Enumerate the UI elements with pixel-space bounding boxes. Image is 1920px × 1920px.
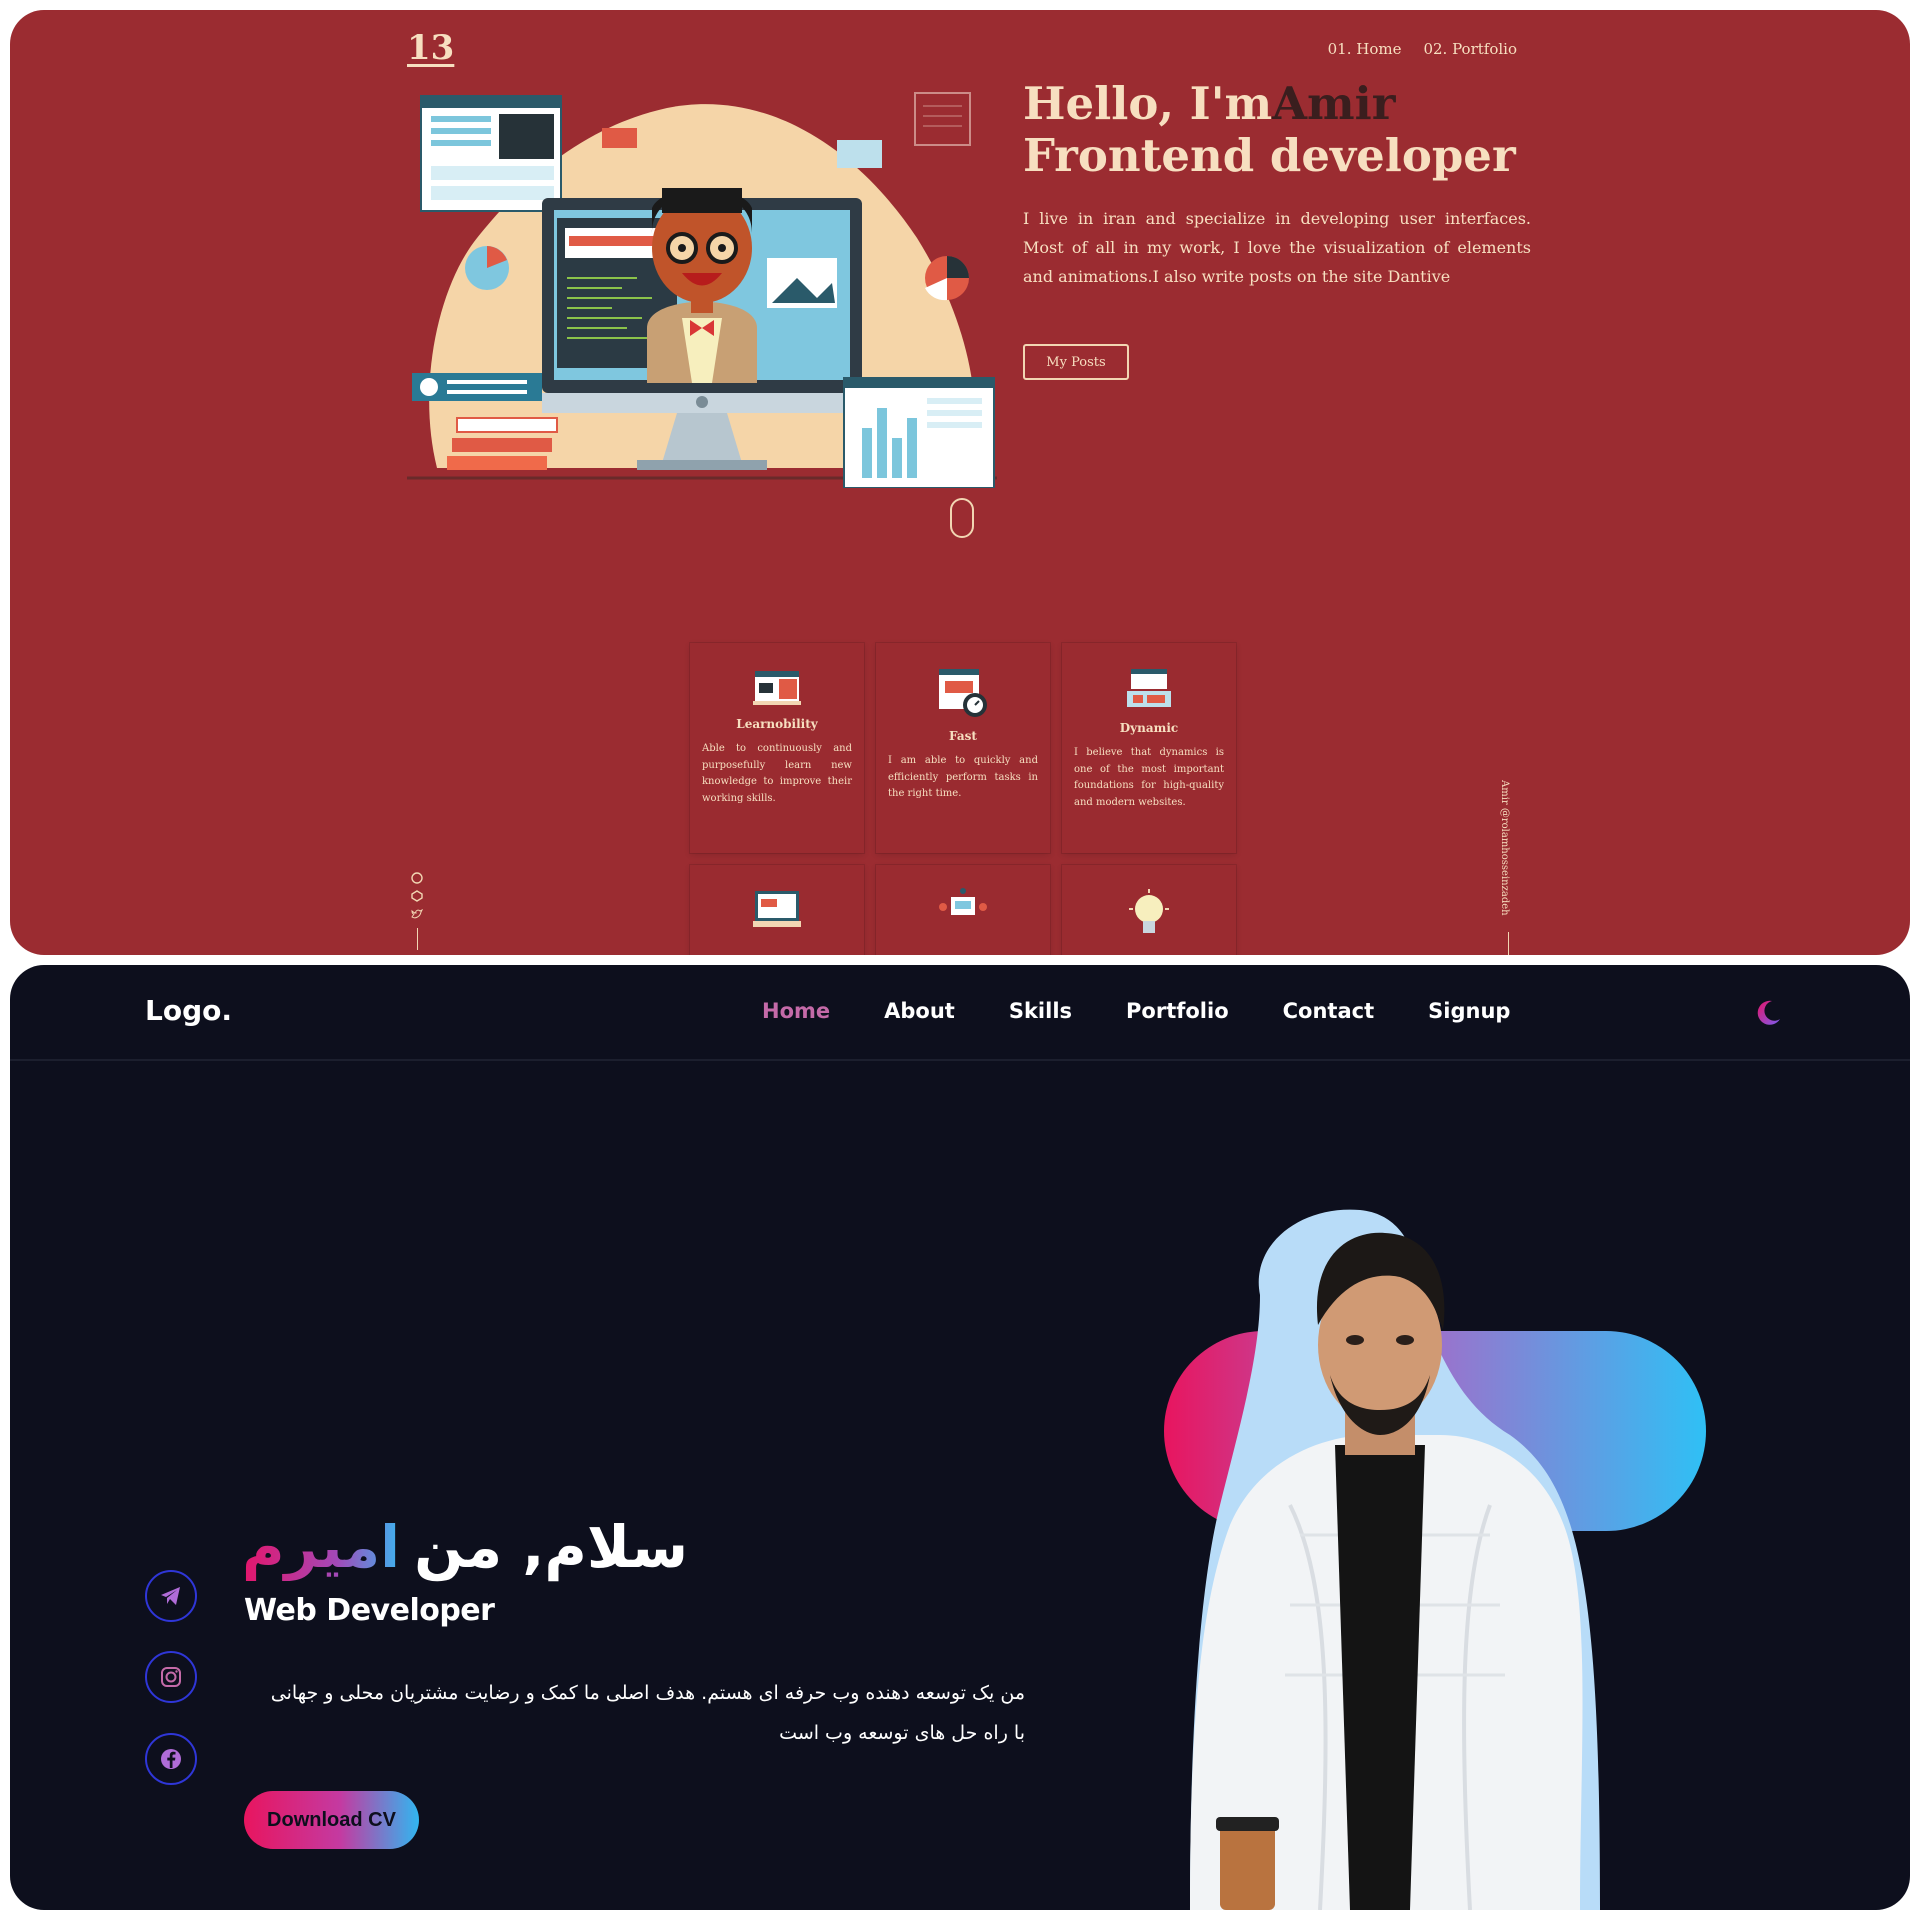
facebook-link[interactable] — [145, 1733, 197, 1785]
bio-text: I live in iran and specialize in develop… — [1023, 209, 1531, 286]
my-posts-button[interactable]: My Posts — [1023, 344, 1129, 380]
hero-heading: Hello, I'mAmir Frontend developer — [1023, 78, 1543, 182]
twitter-icon[interactable] — [411, 908, 423, 920]
social-divider — [416, 928, 418, 950]
download-cv-button[interactable]: Download CV — [244, 1791, 419, 1849]
network-icon — [939, 888, 987, 915]
role-text: Frontend developer — [1023, 129, 1516, 182]
vertical-divider — [1508, 932, 1509, 955]
telegram-icon — [161, 1587, 180, 1605]
nav-about[interactable]: About — [884, 999, 955, 1023]
name-highlight: Amir — [1272, 77, 1396, 130]
greeting-text: Hello, I'm — [1023, 77, 1273, 130]
scroll-indicator-icon[interactable] — [950, 498, 974, 538]
nav-home[interactable]: Home — [762, 999, 830, 1023]
feature-card — [1062, 865, 1236, 955]
nav-signup[interactable]: Signup — [1428, 999, 1510, 1023]
feature-card — [690, 865, 864, 955]
dynamic-icon — [1127, 669, 1171, 707]
developer-illustration — [407, 92, 997, 488]
feature-card-learnobility: Learnobility Able to continuously and pu… — [690, 643, 864, 853]
codepen-icon[interactable] — [411, 890, 423, 902]
nav-home[interactable]: 01. Home — [1328, 40, 1402, 58]
card-title: Dynamic — [1119, 721, 1179, 735]
role-title: Web Developer — [244, 1593, 495, 1628]
header: Logo. Home About Skills Portfolio Contac… — [10, 965, 1910, 1061]
main-nav: Home About Skills Portfolio Contact Sign… — [762, 999, 1510, 1023]
card-title: Learnobility — [736, 717, 818, 731]
facebook-icon — [161, 1749, 181, 1769]
telegram-link[interactable] — [145, 1570, 197, 1622]
site-logo[interactable]: Logo. — [145, 994, 232, 1027]
learning-icon — [753, 671, 801, 705]
headline-name: امیرم — [242, 1513, 401, 1581]
card-text: Able to continuously and purposefully le… — [702, 743, 852, 804]
nav-portfolio[interactable]: Portfolio — [1126, 999, 1229, 1023]
nav-portfolio[interactable]: 02. Portfolio — [1423, 40, 1517, 58]
devices-icon — [753, 891, 801, 927]
card-text: I believe that dynamics is one of the mo… — [1074, 747, 1224, 808]
headline-greeting: سلام, من — [414, 1513, 688, 1581]
hero-heading: سلام, من امیرم — [242, 1513, 688, 1581]
hero-description: من یک توسعه دهنده وب حرفه ای هستم. هدف ا… — [270, 1682, 1025, 1744]
card-text: I am able to quickly and efficiently per… — [888, 755, 1038, 799]
social-links — [411, 872, 423, 950]
profile-photo — [1164, 1209, 1706, 1910]
lightbulb-icon — [1129, 889, 1169, 933]
features-grid: Learnobility Able to continuously and pu… — [690, 643, 1242, 955]
nav-skills[interactable]: Skills — [1009, 999, 1072, 1023]
dark-portfolio-panel: Logo. Home About Skills Portfolio Contac… — [10, 965, 1910, 1910]
site-logo[interactable]: 13 — [407, 28, 454, 68]
card-title: Fast — [949, 729, 977, 743]
vertical-credit: Amir @rolamhosseinzadeh — [1499, 780, 1510, 916]
feature-card-dynamic: Dynamic I believe that dynamics is one o… — [1062, 643, 1236, 853]
red-portfolio-panel: 13 01. Home 02. Portfolio Hello, I'mAmir… — [10, 10, 1910, 955]
nav-contact[interactable]: Contact — [1283, 999, 1375, 1023]
instagram-icon — [161, 1667, 181, 1687]
instagram-link[interactable] — [145, 1651, 197, 1703]
stopwatch-icon — [939, 669, 987, 717]
feature-card-fast: Fast I am able to quickly and efficientl… — [876, 643, 1050, 853]
top-nav: 01. Home 02. Portfolio — [1328, 40, 1517, 58]
moon-icon[interactable] — [1750, 995, 1786, 1031]
feature-card — [876, 865, 1050, 955]
github-icon[interactable] — [411, 872, 423, 884]
